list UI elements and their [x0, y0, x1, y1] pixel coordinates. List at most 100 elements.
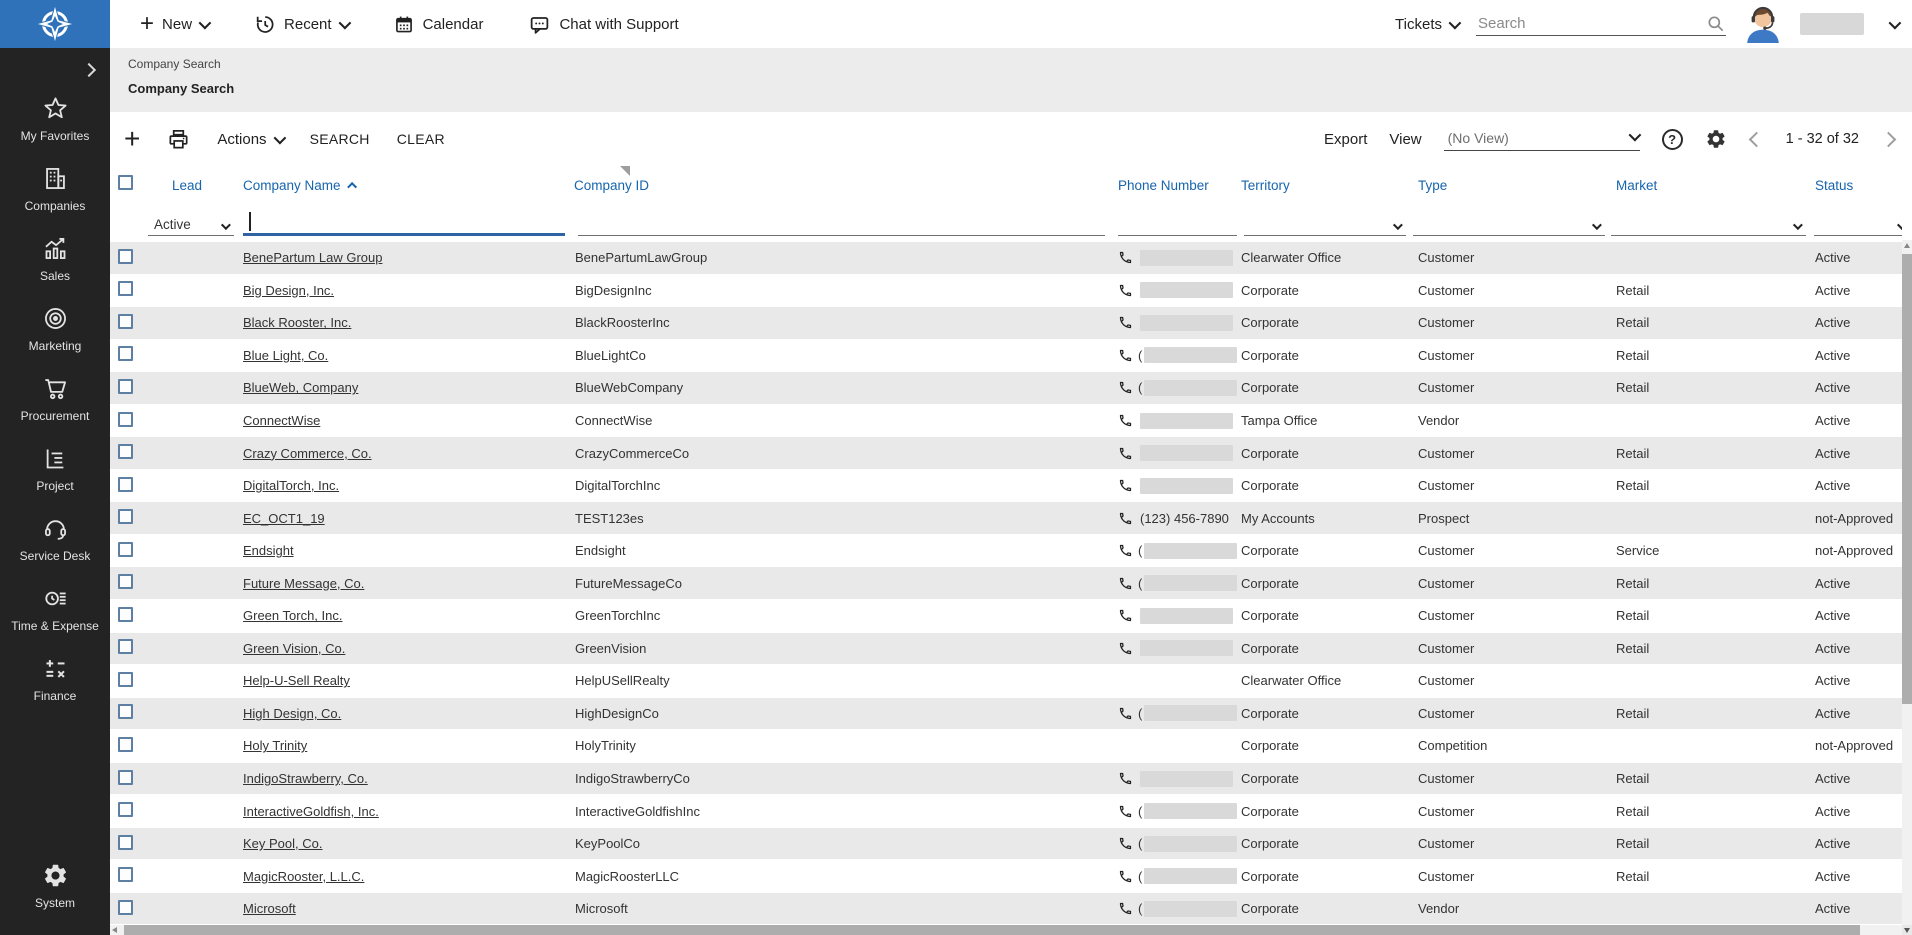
add-company-button[interactable]: +: [124, 127, 140, 151]
market-filter-select[interactable]: [1611, 210, 1806, 236]
sidebar-item-sales[interactable]: Sales: [0, 224, 110, 294]
select-all-checkbox[interactable]: [118, 175, 133, 190]
recent-menu[interactable]: Recent: [254, 14, 348, 35]
row-checkbox[interactable]: [118, 639, 133, 654]
lead-filter-select[interactable]: Active: [148, 210, 234, 236]
previous-page-button[interactable]: [1749, 134, 1764, 145]
company-name-link[interactable]: BenePartum Law Group: [243, 250, 382, 265]
row-checkbox[interactable]: [118, 346, 133, 361]
row-checkbox[interactable]: [118, 672, 133, 687]
phone-filter-input[interactable]: [1118, 210, 1237, 236]
row-checkbox[interactable]: [118, 704, 133, 719]
help-button[interactable]: ?: [1662, 129, 1683, 150]
global-search-input[interactable]: [1476, 12, 1726, 36]
horizontal-scrollbar-thumb[interactable]: [124, 925, 1860, 935]
breadcrumb[interactable]: Company Search: [128, 57, 221, 71]
company-name-link[interactable]: Holy Trinity: [243, 738, 307, 753]
company-name-link[interactable]: Help-U-Sell Realty: [243, 673, 350, 688]
row-checkbox[interactable]: [118, 412, 133, 427]
sidebar-item-procurement[interactable]: Procurement: [0, 364, 110, 434]
column-header-territory[interactable]: Territory: [1240, 178, 1410, 193]
vertical-scrollbar[interactable]: [1902, 240, 1912, 925]
user-avatar[interactable]: [1744, 5, 1782, 43]
search-icon[interactable]: [1706, 14, 1726, 34]
tickets-menu[interactable]: Tickets: [1395, 16, 1458, 33]
chat-support-button[interactable]: Chat with Support: [529, 14, 678, 35]
company-name-link[interactable]: Crazy Commerce, Co.: [243, 446, 372, 461]
status-filter-select[interactable]: [1814, 210, 1902, 236]
export-button[interactable]: Export: [1324, 131, 1367, 148]
row-checkbox[interactable]: [118, 379, 133, 394]
column-header-lead[interactable]: Lead: [140, 178, 238, 193]
company-name-link[interactable]: DigitalTorch, Inc.: [243, 478, 339, 493]
row-checkbox[interactable]: [118, 542, 133, 557]
settings-gear-icon[interactable]: [1705, 128, 1727, 150]
sidebar-item-service-desk[interactable]: Service Desk: [0, 504, 110, 574]
clear-button[interactable]: CLEAR: [397, 131, 445, 147]
sidebar-item-time-expense[interactable]: Time & Expense: [0, 574, 110, 644]
company-name-link[interactable]: Blue Light, Co.: [243, 348, 328, 363]
new-menu[interactable]: + New: [140, 14, 208, 34]
company-name-link[interactable]: IndigoStrawberry, Co.: [243, 771, 368, 786]
company-name-link[interactable]: InteractiveGoldfish, Inc.: [243, 804, 379, 819]
company-name-link[interactable]: Future Message, Co.: [243, 576, 364, 591]
row-checkbox[interactable]: [118, 802, 133, 817]
company-name-link[interactable]: MagicRooster, L.L.C.: [243, 869, 364, 884]
star-icon: [42, 95, 69, 122]
column-header-status[interactable]: Status: [1810, 178, 1902, 193]
next-page-button[interactable]: [1881, 134, 1896, 145]
sidebar-item-project[interactable]: Project: [0, 434, 110, 504]
column-header-type[interactable]: Type: [1410, 178, 1608, 193]
company-name-link[interactable]: Key Pool, Co.: [243, 836, 323, 851]
horizontal-scrollbar[interactable]: [110, 925, 1902, 935]
territory-filter-select[interactable]: [1244, 210, 1406, 236]
company-id-filter-input[interactable]: [578, 210, 1105, 236]
sidebar-item-companies[interactable]: Companies: [0, 154, 110, 224]
company-name-link[interactable]: High Design, Co.: [243, 706, 341, 721]
company-name-link[interactable]: Microsoft: [243, 901, 296, 916]
connectwise-logo[interactable]: [0, 0, 110, 48]
row-checkbox[interactable]: [118, 770, 133, 785]
type-filter-select[interactable]: [1413, 210, 1605, 236]
table-row: Blue Light, Co. BlueLightCo ( Corporate …: [110, 340, 1902, 373]
scroll-up-arrow-icon: [1904, 243, 1910, 248]
row-checkbox[interactable]: [118, 900, 133, 915]
sidebar-expand-button[interactable]: [77, 48, 110, 84]
sidebar-item-system[interactable]: System: [0, 851, 110, 921]
company-name-link[interactable]: Black Rooster, Inc.: [243, 315, 351, 330]
column-header-company-name[interactable]: Company Name: [238, 178, 572, 193]
row-checkbox[interactable]: [118, 867, 133, 882]
company-name-link[interactable]: Green Torch, Inc.: [243, 608, 342, 623]
company-name-filter-input[interactable]: [243, 210, 565, 236]
row-checkbox[interactable]: [118, 249, 133, 264]
actions-menu[interactable]: Actions: [217, 131, 282, 148]
row-checkbox[interactable]: [118, 607, 133, 622]
user-menu-chevron[interactable]: [1889, 16, 1902, 29]
scrollbar-corner[interactable]: [1902, 925, 1912, 935]
company-name-link[interactable]: Green Vision, Co.: [243, 641, 345, 656]
company-name-link[interactable]: Endsight: [243, 543, 294, 558]
sidebar-item-finance[interactable]: Finance: [0, 644, 110, 714]
company-name-link[interactable]: EC_OCT1_19: [243, 511, 325, 526]
sidebar-item-marketing[interactable]: Marketing: [0, 294, 110, 364]
row-checkbox[interactable]: [118, 281, 133, 296]
row-checkbox[interactable]: [118, 509, 133, 524]
row-checkbox[interactable]: [118, 314, 133, 329]
company-name-link[interactable]: ConnectWise: [243, 413, 320, 428]
column-header-company-id[interactable]: Company ID: [572, 178, 1114, 193]
row-checkbox[interactable]: [118, 574, 133, 589]
column-header-market[interactable]: Market: [1608, 178, 1810, 193]
company-name-link[interactable]: BlueWeb, Company: [243, 380, 358, 395]
sidebar-item-my-favorites[interactable]: My Favorites: [0, 84, 110, 154]
company-name-link[interactable]: Big Design, Inc.: [243, 283, 334, 298]
vertical-scrollbar-thumb[interactable]: [1902, 254, 1912, 704]
print-icon[interactable]: [167, 128, 190, 151]
view-select[interactable]: (No View): [1444, 128, 1640, 151]
row-checkbox[interactable]: [118, 477, 133, 492]
row-checkbox[interactable]: [118, 737, 133, 752]
row-checkbox[interactable]: [118, 444, 133, 459]
row-checkbox[interactable]: [118, 835, 133, 850]
column-header-phone[interactable]: Phone Number: [1114, 178, 1240, 193]
search-button[interactable]: SEARCH: [310, 131, 370, 147]
calendar-button[interactable]: Calendar: [394, 14, 484, 35]
